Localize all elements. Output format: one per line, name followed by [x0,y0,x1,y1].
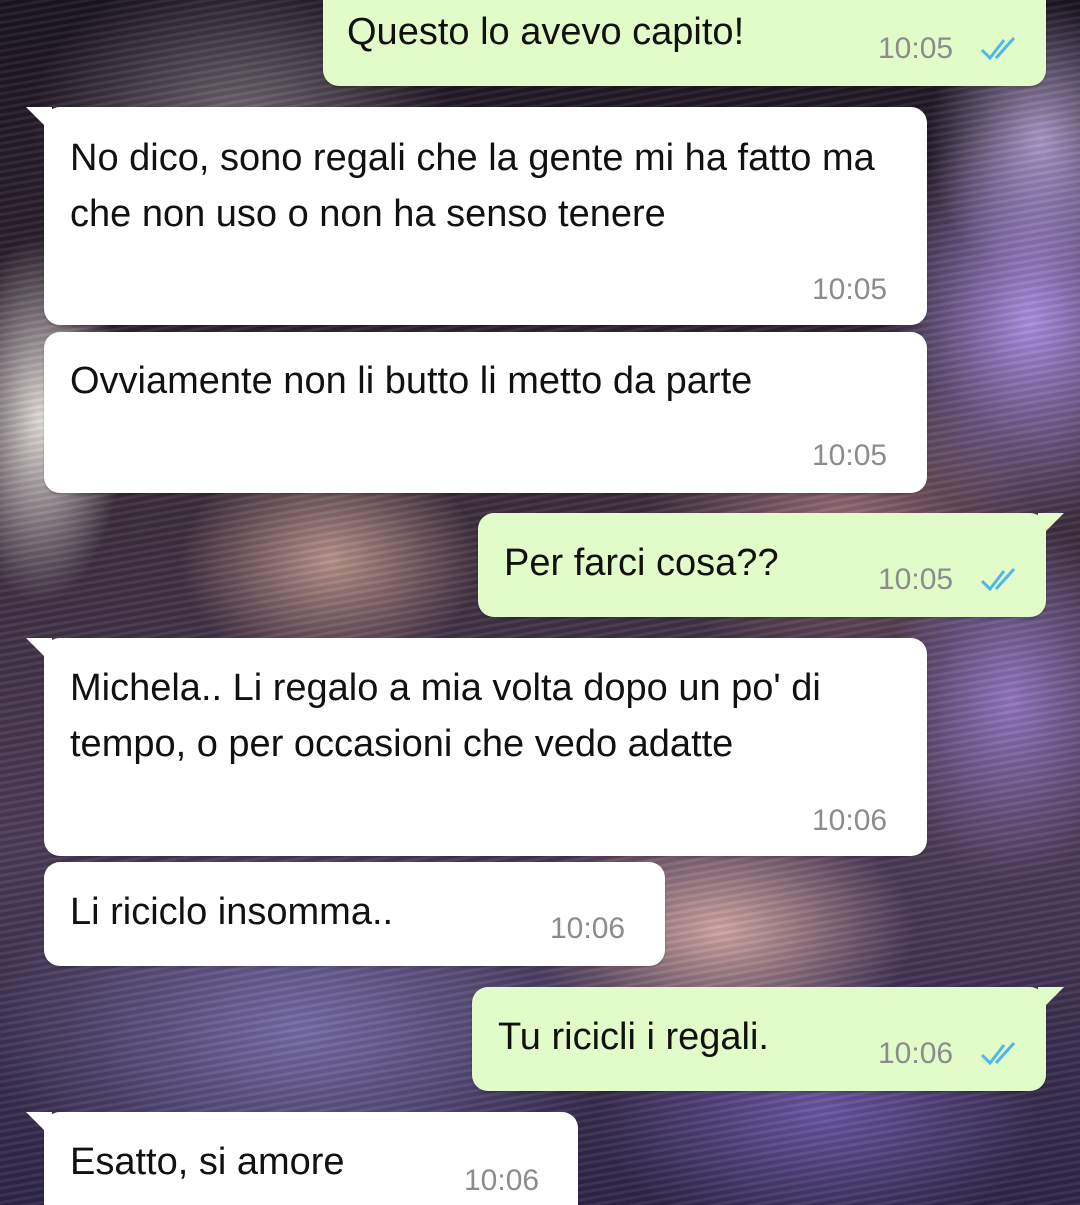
bubble-tail [1038,513,1064,539]
message-text: No dico, sono regali che la gente mi ha … [70,137,886,235]
message-text: Li riciclo insomma.. [70,891,394,933]
message-text: Esatto, si amore [70,1141,345,1183]
message-time: 10:05 [812,273,888,306]
message-time: 10:05 [812,439,888,472]
bubble-tail [26,107,52,133]
message-text: Tu ricicli i regali. [498,1016,769,1058]
message-text: Ovviamente non li butto li metto da part… [70,360,753,402]
double-check-icon [980,36,1016,61]
message-time: 10:06 [464,1164,540,1197]
double-check-icon [980,1041,1016,1066]
message-time: 10:06 [550,912,626,945]
message-time: 10:05 [878,563,954,596]
message-time: 10:05 [878,32,954,65]
message-incoming[interactable]: No dico, sono regali che la gente mi ha … [26,107,927,325]
message-text: Per farci cosa?? [504,542,779,584]
message-outgoing[interactable]: Questo lo avevo capito! 10:05 [323,0,1046,86]
message-outgoing[interactable]: Per farci cosa?? 10:05 [478,513,1064,617]
message-text: Michela.. Li regalo a mia volta dopo un … [70,667,832,765]
chat-conversation[interactable]: Questo lo avevo capito! 10:05 No dico, s… [0,0,1080,1205]
message-time: 10:06 [812,804,888,837]
bubble-tail [26,1112,52,1138]
double-check-icon [980,567,1016,592]
message-incoming[interactable]: Li riciclo insomma.. 10:06 [44,862,665,966]
message-incoming[interactable]: Michela.. Li regalo a mia volta dopo un … [26,638,927,856]
message-time: 10:06 [878,1037,954,1070]
message-text: Questo lo avevo capito! [347,11,745,53]
message-incoming[interactable]: Ovviamente non li butto li metto da part… [44,332,927,493]
bubble-tail [1038,987,1064,1013]
bubble-tail [26,638,52,664]
message-outgoing[interactable]: Tu ricicli i regali. 10:06 [472,987,1064,1091]
message-incoming[interactable]: Esatto, si amore 10:06 [26,1112,578,1205]
